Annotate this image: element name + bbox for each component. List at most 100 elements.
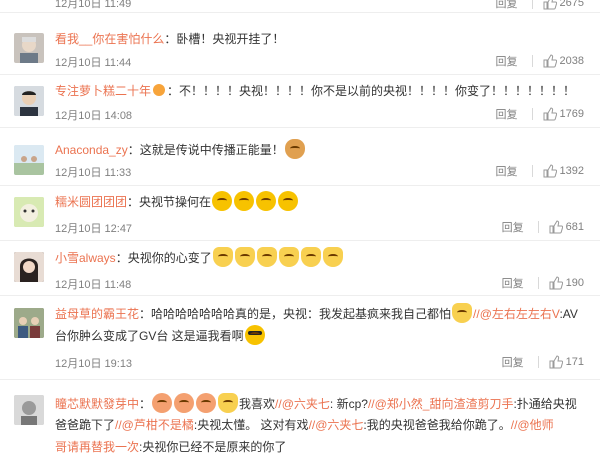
like-button[interactable]: 2038 [543,54,584,68]
comment-text: 瞳芯默默發芽中： 我喜欢//@六夹七: 新cp?//@郑小然_甜向渣渣剪刀手:扑通… [55,393,586,415]
like-button[interactable]: 190 [549,276,584,290]
comment-content: ：哈哈哈哈哈哈哈真的是，央视：我发起基疯来我自己都怕 [139,307,452,321]
comment-item: 益母草的霸王花：哈哈哈哈哈哈哈真的是，央视：我发起基疯来我自己都怕 //@左右左左… [0,295,600,380]
avatar[interactable] [14,395,44,425]
comment-text-line2: 爸爸跪下了//@芦柑不是橘:央视太懂。 这对有戏//@六夹七:我的央视爸爸我给你… [55,415,586,436]
like-count: 681 [565,221,584,233]
username-link[interactable]: 专注萝卜糕二十年 [55,84,151,98]
divider [537,356,539,368]
comment-content: : 新cp? [329,397,368,411]
blush-emoji-icon [174,393,195,413]
avatar[interactable] [14,252,44,282]
blush-emoji-icon [196,393,217,413]
comment-time: 12月10日 11:44 [55,57,132,69]
like-button[interactable]: 1769 [543,107,584,121]
mention-link[interactable]: //@他师 [511,418,554,432]
reply-button[interactable]: 回复 [502,354,524,370]
mention-link[interactable]: //@六夹七 [275,397,330,411]
thumbs-up-icon [543,164,557,178]
avatar[interactable] [14,86,44,116]
like-count: 190 [565,277,584,289]
reply-button[interactable]: 回复 [502,275,524,291]
comment-item: Anaconda_zy：这就是传说中传播正能量！ 12月10日 11:33 回复… [0,127,600,186]
comment-time: 12月10日 19:13 [55,358,133,370]
mention-link[interactable]: //@芦柑不是橘 [115,418,194,432]
reply-button[interactable]: 回复 [496,53,518,69]
avatar[interactable] [14,308,44,338]
cool-sunglasses-emoji-icon [244,325,265,345]
like-button[interactable]: 1392 [543,164,584,178]
thumbs-up-icon [549,220,563,234]
like-count: 1769 [559,108,584,120]
cat-emoji-icon [452,303,473,323]
like-button[interactable]: 681 [549,220,584,234]
avatar[interactable] [14,145,44,175]
comment-content: 我喜欢 [239,397,276,411]
reply-button[interactable]: 回复 [496,163,518,179]
comment-content: ：不！！！！央视！！！！你不是以前的央视！！！！你变了！！！！！！！ [167,84,576,98]
like-count: 171 [565,356,584,368]
username-link[interactable]: 瞳芯默默發芽中 [55,397,139,411]
comment-time: 12月10日 11:48 [55,279,132,291]
mention-link[interactable]: //@郑小然_甜向渣渣剪刀手 [368,397,514,411]
comment-item: 专注萝卜糕二十年 ：不！！！！央视！！！！你不是以前的央视！！！！你变了！！！！！… [0,74,600,128]
divider [531,108,533,120]
cat-emoji-icon [256,247,277,267]
username-link[interactable]: 益母草的霸王花 [55,307,139,321]
blush-emoji-icon [152,393,173,413]
comment-actions: 回复 190 [502,275,584,291]
comment-actions: 回复 1769 [496,106,584,122]
avatar[interactable] [14,33,44,63]
divider [531,0,533,9]
comment-actions: 回复 2038 [496,53,584,69]
comment-text: 看我__你在害怕什么：卧槽！央视开挂了！ [55,29,586,50]
comment-text: 益母草的霸王花：哈哈哈哈哈哈哈真的是，央视：我发起基疯来我自己都怕 //@左右左左… [55,303,586,325]
username-link[interactable]: 看我__你在害怕什么 [55,32,164,46]
divider [531,165,533,177]
doge-emoji-icon [284,139,305,159]
like-button[interactable]: 171 [549,355,584,369]
laugh-cry-emoji-icon [234,191,255,211]
comment-time: 12月10日 11:33 [55,167,132,179]
comment-text: Anaconda_zy：这就是传说中传播正能量！ [55,139,586,161]
avatar[interactable] [14,197,44,227]
laugh-cry-emoji-icon [212,191,233,211]
cat-emoji-icon [300,247,321,267]
comment-time: 12月10日 11:49 [55,0,132,10]
divider [537,221,539,233]
comment-content: 台你肿么变成了GV台 这是逼我看啊 [55,329,244,343]
comment-text: 小雪always：央视你的心变了 [55,247,586,269]
username-link[interactable]: 小雪always [55,251,116,265]
reply-button[interactable]: 回复 [502,219,524,235]
reply-button[interactable]: 回复 [496,0,518,11]
divider [531,55,533,67]
like-count: 2675 [559,0,584,9]
mention-link[interactable]: //@六夹七 [309,418,364,432]
comment-item: 小雪always：央视你的心变了 12月10日 11:48 回复 190 [0,240,600,296]
laugh-cry-emoji-icon [256,191,277,211]
comment-time: 12月10日 14:08 [55,110,133,122]
cat-emoji-icon [234,247,255,267]
comment-item: 看我__你在害怕什么：卧槽！央视开挂了！ 12月10日 11:44 回复 203… [0,24,600,75]
comment-text-line2: 台你肿么变成了GV台 这是逼我看啊 [55,325,586,347]
thumbs-up-icon [543,107,557,121]
like-count: 2038 [559,55,584,67]
comment-text: 专注萝卜糕二十年 ：不！！！！央视！！！！你不是以前的央视！！！！你变了！！！！！… [55,81,586,102]
thumbs-up-icon [543,0,557,10]
username-link[interactable]: Anaconda_zy [55,143,128,157]
reply-button[interactable]: 回复 [496,106,518,122]
comment-content: :AV [559,307,578,321]
cat-emoji-icon [322,247,343,267]
comment-text: 糯米圆团团团：央视节操何在 [55,191,586,213]
thumbs-up-icon [543,54,557,68]
comment-content: 爸爸跪下了 [55,418,116,432]
like-count: 1392 [559,165,584,177]
comment-content: :央视太懂。 [193,418,258,432]
comment-actions: 回复 2675 [496,0,584,11]
username-link[interactable]: 糯米圆团团团 [55,195,127,209]
thumbs-up-icon [549,355,563,369]
comment-content: ：央视节操何在 [127,195,212,209]
comment-actions: 回复 1392 [496,163,584,179]
like-button[interactable]: 2675 [543,0,584,10]
mention-link[interactable]: //@左右左左右V [473,307,559,321]
